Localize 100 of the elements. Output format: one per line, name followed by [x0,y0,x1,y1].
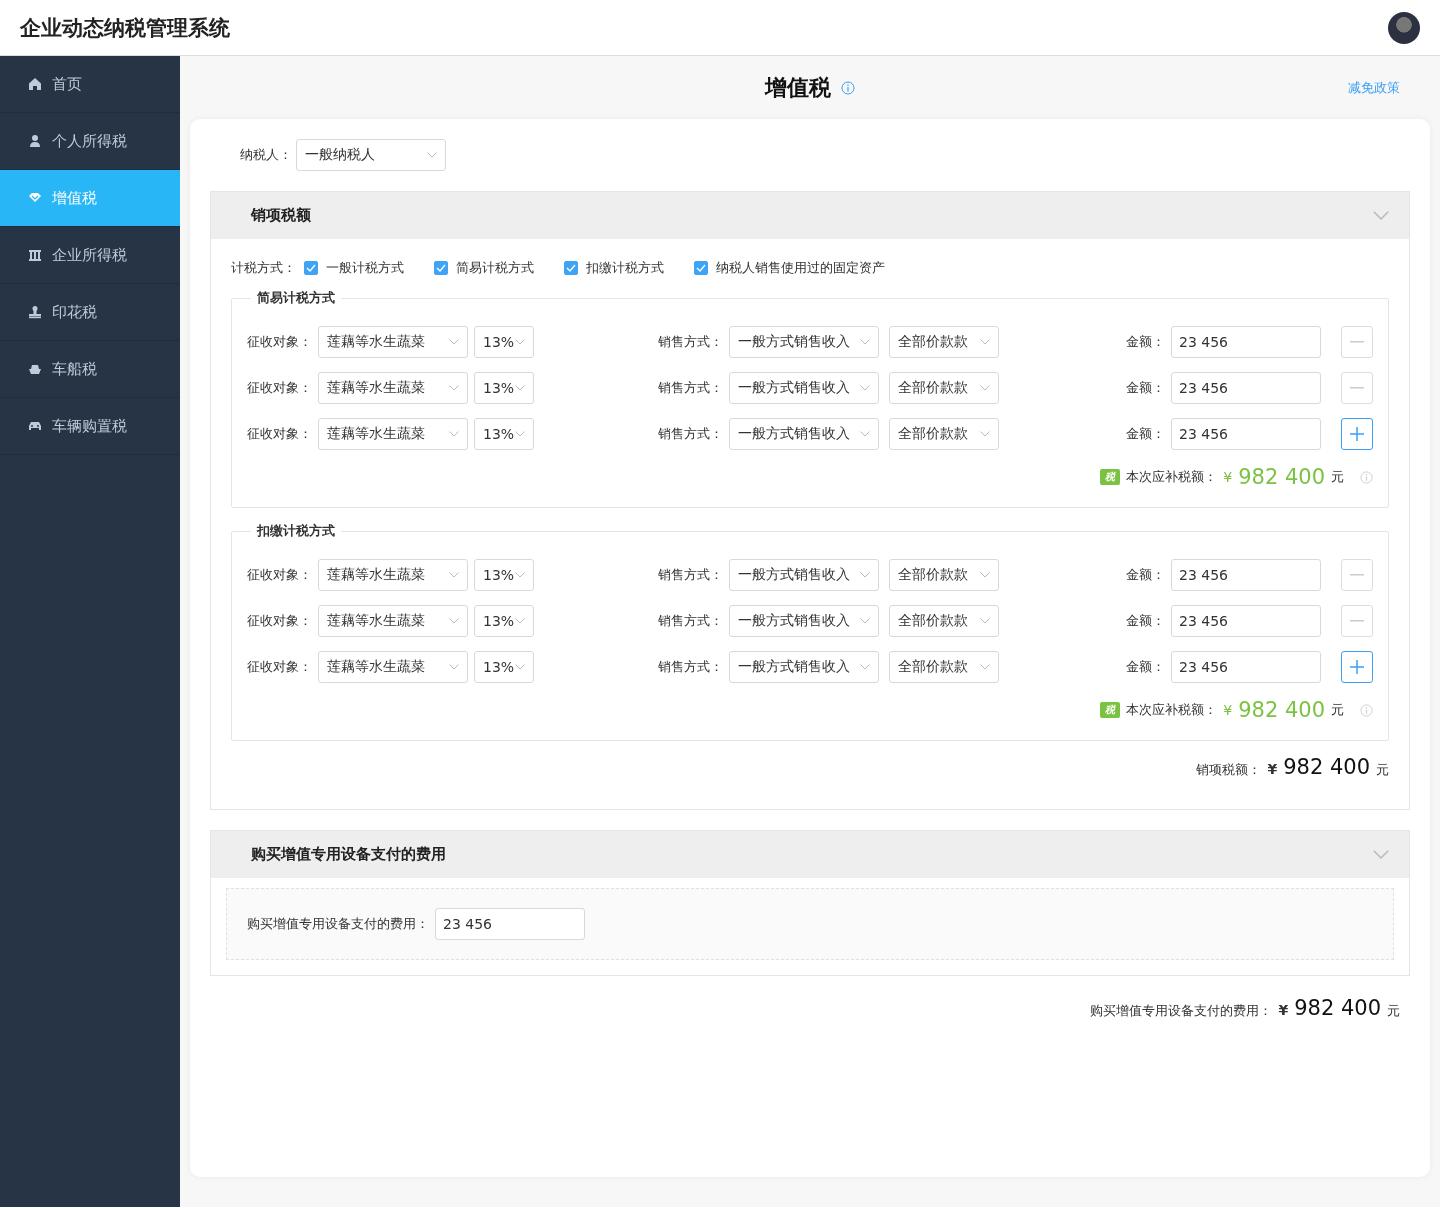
select-field[interactable]: 一般纳税人 [296,139,446,171]
total-label: 购买增值专用设备支付的费用： [1090,1002,1273,1020]
select-field[interactable]: 一般方式销售收入 [729,326,879,358]
stamp-icon [28,305,42,319]
select-field[interactable]: 莲藕等水生蔬菜 [318,326,468,358]
section-header[interactable]: 销项税额 [211,192,1409,239]
home-icon [28,77,42,91]
select-field[interactable]: 13% [474,418,534,450]
select-field[interactable]: 莲藕等水生蔬菜 [318,605,468,637]
cost-field[interactable]: 23 456 [435,908,585,940]
tax-badge: 税 [1100,469,1121,485]
select-field[interactable]: 一般方式销售收入 [729,372,879,404]
checkbox[interactable] [434,261,448,275]
add-button[interactable] [1341,418,1373,450]
chevron-down-icon [515,431,525,437]
info-icon [1360,470,1373,484]
select-field[interactable]: 全部价款款 [889,559,999,591]
select-field[interactable]: 全部价款款 [889,372,999,404]
currency-sign: ¥ [1278,1002,1289,1018]
checkbox[interactable] [564,261,578,275]
select-field[interactable]: 全部价款款 [889,418,999,450]
currency-sign: ¥ [1223,469,1233,485]
chevron-down-icon [980,385,990,391]
summary-label: 本次应补税额： [1126,468,1218,486]
checkbox-label: 简易计税方式 [456,259,534,277]
chevron-down-icon [427,152,437,158]
select-field[interactable]: 一般方式销售收入 [729,651,879,683]
person-icon [28,134,42,148]
chevron-down-icon [860,431,870,437]
field-label: 征收对象： [247,425,312,443]
chevron-down-icon [980,572,990,578]
field-label: 金额： [1126,333,1165,351]
select-field[interactable]: 莲藕等水生蔬菜 [318,418,468,450]
select-field[interactable]: 莲藕等水生蔬菜 [318,559,468,591]
chevron-down-icon [449,664,459,670]
chevron-down-icon [449,618,459,624]
group-panel: 扣缴计税方式 征收对象： 莲藕等水生蔬菜 13% 销售方式： 一般方式销售收入 全部价款款 金额： 23 456 征收对象： 莲藕等水生蔬菜 13% 销售方式： 一般方式销售收入 全部价款款 金额： 23 456 征收对象： 莲藕等水生蔬菜 13% 销售方式： 一般方式销售收入 全部价款款 金额： 23 456 税 本次应补税额： ¥ 982 400 元 [231,522,1389,741]
chevron-down-icon [449,339,459,345]
select-field[interactable]: 13% [474,651,534,683]
chevron-down-icon [980,618,990,624]
remove-button[interactable] [1341,559,1373,591]
select-field[interactable]: 一般方式销售收入 [729,559,879,591]
checkbox-label: 纳税人销售使用过的固定资产 [716,259,885,277]
amount-field[interactable]: 23 456 [1171,605,1321,637]
amount-field[interactable]: 23 456 [1171,372,1321,404]
currency-sign: ¥ [1267,761,1278,777]
select-field[interactable]: 全部价款款 [889,605,999,637]
amount-field[interactable]: 23 456 [1171,559,1321,591]
select-field[interactable]: 莲藕等水生蔬菜 [318,372,468,404]
remove-button[interactable] [1341,372,1373,404]
summary-amount: 982 400 [1238,465,1325,489]
chevron-down-icon [515,664,525,670]
select-field[interactable]: 全部价款款 [889,651,999,683]
field-label: 销售方式： [658,425,723,443]
unit-label: 元 [1331,701,1344,719]
currency-sign: ¥ [1223,702,1233,718]
field-label: 征收对象： [247,658,312,676]
select-field[interactable]: 13% [474,559,534,591]
chevron-down-icon [980,339,990,345]
checkbox-label: 扣缴计税方式 [586,259,664,277]
amount-field[interactable]: 23 456 [1171,651,1321,683]
avatar[interactable] [1388,11,1420,44]
field-label: 征收对象： [247,566,312,584]
total-amount: 982 400 [1283,755,1370,779]
field-label: 计税方式： [231,259,296,277]
group-panel: 简易计税方式 征收对象： 莲藕等水生蔬菜 13% 销售方式： 一般方式销售收入 全部价款款 金额： 23 456 征收对象： 莲藕等水生蔬菜 13% 销售方式： 一般方式销售收入 全部价款款 金额： 23 456 征收对象： 莲藕等水生蔬菜 13% 销售方式： 一般方式销售收入 全部价款款 金额： 23 456 税 本次应补税额： ¥ 982 400 元 [231,289,1389,508]
select-field[interactable]: 13% [474,372,534,404]
checkbox[interactable] [304,261,318,275]
select-field[interactable]: 13% [474,326,534,358]
field-label: 销售方式： [658,658,723,676]
info-icon [1360,703,1373,717]
boat-icon [28,362,42,376]
amount-field[interactable]: 23 456 [1171,418,1321,450]
chevron-down-icon [860,339,870,345]
chevron-down-icon [980,664,990,670]
select-field[interactable]: 全部价款款 [889,326,999,358]
field-label: 金额： [1126,425,1165,443]
select-field[interactable]: 一般方式销售收入 [729,605,879,637]
select-field[interactable]: 13% [474,605,534,637]
amount-field[interactable]: 23 456 [1171,326,1321,358]
field-label: 征收对象： [247,333,312,351]
field-label: 纳税人： [240,146,292,164]
add-button[interactable] [1341,651,1373,683]
select-field[interactable]: 莲藕等水生蔬菜 [318,651,468,683]
field-label: 销售方式： [658,333,723,351]
summary-label: 本次应补税额： [1126,701,1218,719]
remove-button[interactable] [1341,605,1373,637]
chevron-down-icon [860,572,870,578]
field-label: 销售方式： [658,566,723,584]
section-header[interactable]: 购买增值专用设备支付的费用 [211,831,1409,878]
field-label: 征收对象： [247,612,312,630]
chevron-down-icon [1373,849,1389,860]
field-label: 金额： [1126,658,1165,676]
remove-button[interactable] [1341,326,1373,358]
field-label: 销售方式： [658,379,723,397]
checkbox[interactable] [694,261,708,275]
select-field[interactable]: 一般方式销售收入 [729,418,879,450]
total-label: 销项税额： [1196,761,1262,779]
tax-badge: 税 [1100,702,1121,718]
chevron-down-icon [449,572,459,578]
